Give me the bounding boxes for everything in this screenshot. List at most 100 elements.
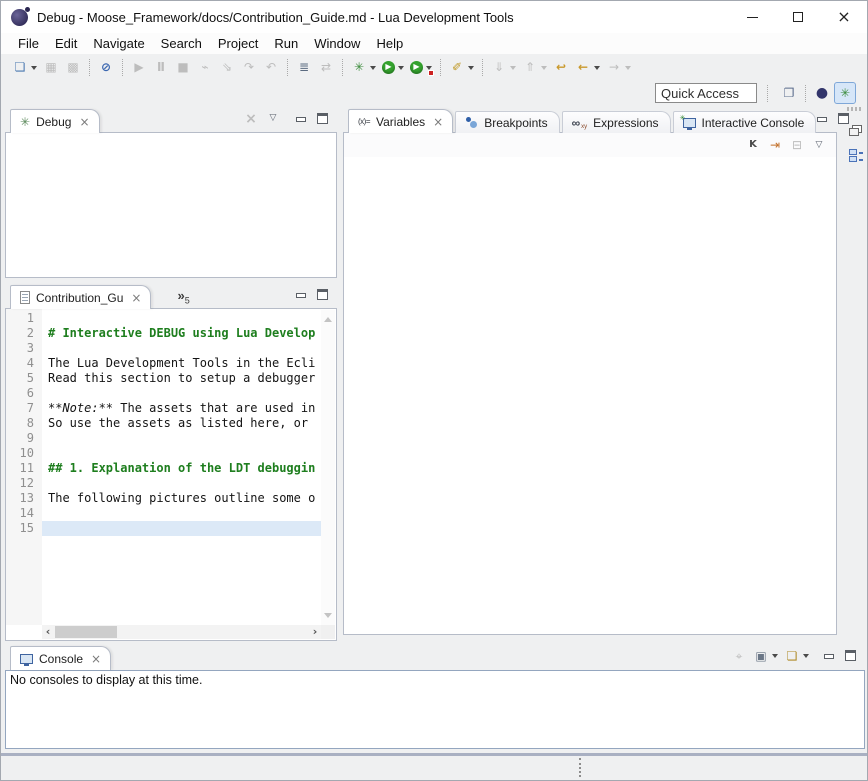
minimize-window-button[interactable] (729, 1, 775, 33)
maximize-view-button[interactable] (845, 650, 856, 661)
menu-edit[interactable]: Edit (47, 34, 85, 53)
tab-expressions[interactable]: Expressions (562, 111, 671, 133)
outline-view-button[interactable] (844, 143, 866, 165)
new-wizard-icon[interactable]: ❏ (10, 56, 39, 78)
editor-tab-overflow[interactable]: »5 (177, 288, 189, 305)
tab-interactive-console[interactable]: Interactive Console (673, 111, 817, 133)
save-icon: ▦ (41, 56, 61, 78)
console-icon (20, 654, 33, 664)
scroll-up-icon[interactable] (324, 313, 332, 322)
tab-console[interactable]: Console× (10, 646, 111, 670)
minimize-view-icon (823, 651, 834, 661)
show-logical-structures-icon[interactable]: ⇥ (765, 134, 785, 156)
close-icon[interactable]: × (79, 115, 89, 129)
dropdown-arrow-icon[interactable] (398, 66, 404, 73)
dropdown-arrow-icon[interactable] (31, 66, 37, 73)
code-line (42, 311, 321, 326)
menu-search[interactable]: Search (153, 34, 210, 53)
minimize-view-icon (295, 114, 306, 124)
scroll-down-icon[interactable] (324, 613, 332, 622)
maximize-view-button[interactable] (317, 113, 328, 124)
debug-perspective-icon[interactable]: ✳ (834, 82, 856, 104)
dropdown-arrow-icon[interactable] (468, 66, 474, 73)
view-menu-icon[interactable]: ▽ (263, 108, 283, 130)
view-menu-icon[interactable]: ▽ (809, 134, 829, 156)
lua-perspective-icon[interactable]: ● (812, 82, 832, 104)
chevron-icon: » (177, 288, 184, 303)
minimize-view-button[interactable] (295, 290, 306, 300)
disconnect-icon: ⌁ (195, 56, 215, 78)
last-edit-location-icon[interactable]: ↩ (551, 56, 571, 78)
resume-icon: ▶ (129, 56, 149, 78)
vertical-scrollbar[interactable] (321, 310, 335, 625)
minimize-view-button[interactable] (816, 114, 827, 124)
run-external-tools-icon[interactable]: ▶ (408, 56, 434, 78)
use-step-filters-icon[interactable]: ≣ (294, 56, 314, 78)
scroll-left-icon[interactable]: ‹ (42, 625, 54, 639)
back-icon[interactable]: ← (573, 56, 602, 78)
dropdown-arrow-icon[interactable] (625, 66, 631, 73)
menu-file[interactable]: File (10, 34, 47, 53)
menu-navigate[interactable]: Navigate (85, 34, 152, 53)
code-line: So use the assets as listed here, or (42, 416, 321, 431)
close-icon[interactable]: × (433, 115, 443, 129)
drop-to-frame-icon: ⇄ (316, 56, 336, 78)
maximize-view-icon (838, 113, 849, 124)
run-icon[interactable]: ▶ (380, 56, 406, 78)
tab-breakpoints[interactable]: Breakpoints (455, 111, 559, 133)
toolbar-separator (767, 85, 768, 102)
close-icon[interactable]: × (131, 291, 141, 305)
minimize-view-button[interactable] (295, 114, 306, 124)
pin-console-icon: ⌖ (729, 645, 749, 667)
tab-label: Breakpoints (484, 116, 547, 130)
search-icon[interactable]: ✐ (447, 56, 476, 78)
code-line: The following pictures outline some o (42, 491, 321, 506)
tab-label: Variables (376, 115, 425, 129)
next-annotation-icon: ⇓ (489, 56, 518, 78)
horizontal-scrollbar[interactable]: ‹ › (42, 625, 321, 639)
maximize-window-button[interactable] (775, 1, 821, 33)
maximize-view-button[interactable] (838, 113, 849, 124)
close-window-button[interactable]: × (821, 1, 867, 33)
menu-help[interactable]: Help (368, 34, 411, 53)
outline-icon (849, 148, 862, 161)
dropdown-arrow-icon[interactable] (370, 66, 376, 73)
skip-all-breakpoints-icon[interactable]: ⊘ (96, 56, 116, 78)
line-number: 1 (6, 311, 42, 326)
sash-drag-handle[interactable] (579, 758, 581, 777)
close-icon: × (837, 9, 850, 25)
tab-variables[interactable]: Variables × (348, 109, 453, 133)
menu-window[interactable]: Window (306, 34, 368, 53)
variables-view-toolbar: K⇥⊟▽ (344, 133, 836, 157)
tab-contribution_gu[interactable]: Contribution_Gu× (10, 285, 151, 309)
line-number: 7 (6, 401, 42, 416)
step-into-icon: ⇘ (217, 56, 237, 78)
line-number: 4 (6, 356, 42, 371)
close-icon[interactable]: × (91, 652, 101, 666)
dropdown-arrow-icon[interactable] (510, 66, 516, 73)
open-console-icon[interactable]: ❏ (782, 645, 811, 667)
tab-debug[interactable]: Debug× (10, 109, 100, 133)
minimize-view-button[interactable] (823, 651, 834, 661)
dropdown-arrow-icon[interactable] (541, 66, 547, 73)
dropdown-arrow-icon[interactable] (803, 654, 809, 661)
maximize-view-button[interactable] (317, 289, 328, 300)
menu-bar: FileEditNavigateSearchProjectRunWindowHe… (1, 33, 867, 54)
editor-text-area[interactable]: 12# Interactive DEBUG using Lua Develop3… (6, 311, 321, 536)
dropdown-arrow-icon[interactable] (772, 654, 778, 661)
debug-tab-strip: Debug× × ▽ (5, 109, 337, 133)
show-type-names-icon[interactable]: K (743, 134, 763, 156)
open-perspective-icon[interactable]: ❐ (779, 82, 799, 104)
menu-project[interactable]: Project (210, 34, 266, 53)
scrollbar-thumb[interactable] (55, 626, 117, 638)
menu-run[interactable]: Run (266, 34, 306, 53)
debug-icon[interactable]: ✳ (349, 56, 378, 78)
quick-access-input[interactable] (655, 83, 757, 103)
scroll-right-icon[interactable]: › (309, 625, 321, 639)
display-selected-console-icon[interactable]: ▣ (751, 645, 780, 667)
line-number: 6 (6, 386, 42, 401)
dropdown-arrow-icon[interactable] (594, 66, 600, 73)
console-tab-strip: Console× ⌖▣❏ (5, 646, 865, 670)
trim-drag-handle[interactable] (847, 107, 863, 111)
code-line: The Lua Development Tools in the Ecli (42, 356, 321, 371)
